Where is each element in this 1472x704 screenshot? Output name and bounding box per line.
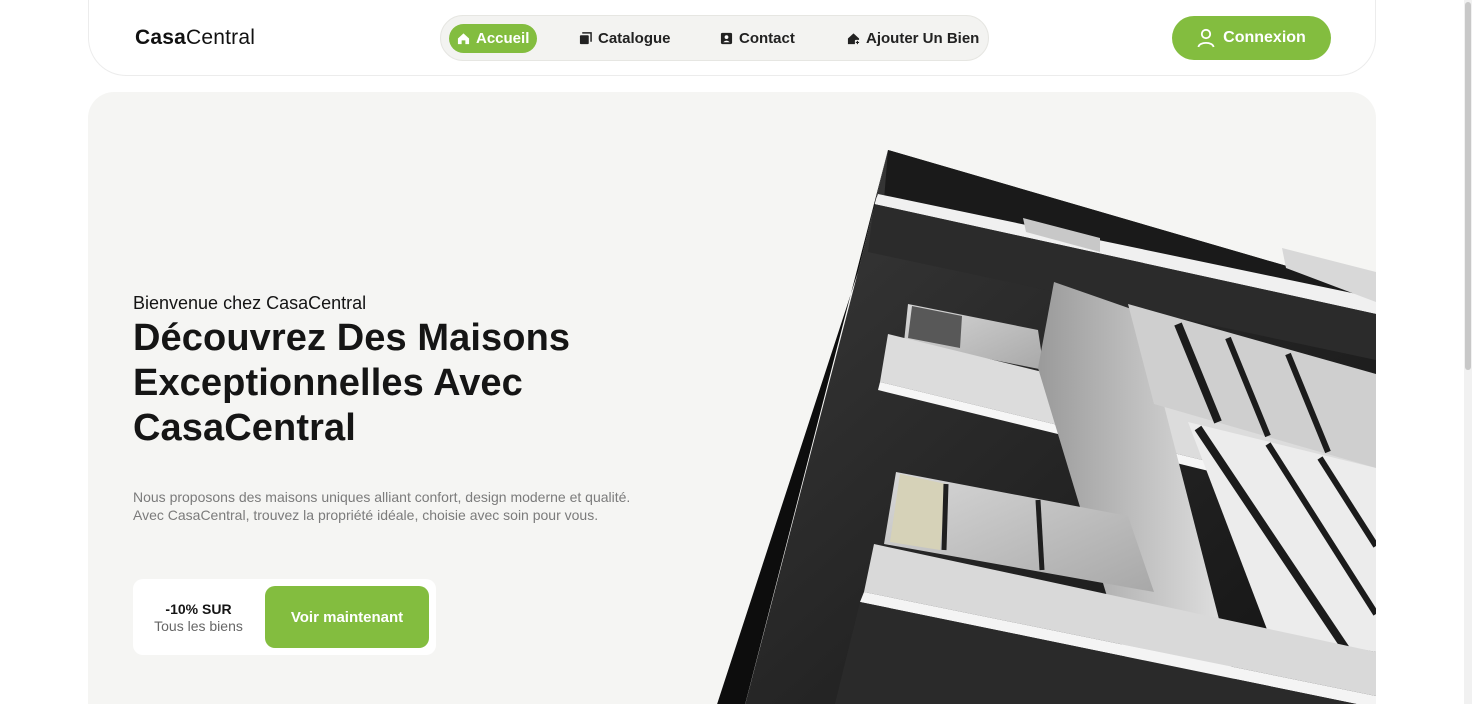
voir-maintenant-button[interactable]: Voir maintenant xyxy=(265,586,429,648)
hero-description: Nous proposons des maisons uniques allia… xyxy=(133,489,631,523)
main-nav: Accueil Catalogue Contact Ajouter Un Bie… xyxy=(440,15,989,61)
user-icon xyxy=(1197,28,1215,48)
login-button[interactable]: Connexion xyxy=(1172,16,1331,60)
nav-item-label: Ajouter Un Bien xyxy=(866,30,980,47)
brand-logo-bold: Casa xyxy=(135,26,187,49)
home-icon xyxy=(457,33,470,45)
navbar: CasaCentral Accueil Catalogue Contact Aj… xyxy=(88,0,1376,76)
nav-item-accueil[interactable]: Accueil xyxy=(449,24,538,53)
nav-item-ajouter-un-bien[interactable]: Ajouter Un Bien xyxy=(839,24,987,53)
brand-logo[interactable]: CasaCentral xyxy=(135,26,255,50)
contact-icon xyxy=(720,32,733,45)
promo-text: -10% SUR Tous les biens xyxy=(133,579,264,655)
add-property-icon xyxy=(847,33,860,45)
building-image xyxy=(717,150,1376,704)
promo-card: -10% SUR Tous les biens Voir maintenant xyxy=(133,579,436,655)
nav-item-label: Contact xyxy=(739,30,795,47)
nav-item-catalogue[interactable]: Catalogue xyxy=(571,24,679,53)
promo-subtitle: Tous les biens xyxy=(154,617,243,634)
page-scrollbar[interactable] xyxy=(1464,0,1472,704)
promo-title: -10% SUR xyxy=(165,600,232,617)
brand-logo-light: Central xyxy=(186,26,256,49)
hero-headline: Découvrez Des Maisons Exceptionnelles Av… xyxy=(133,317,571,449)
hero-eyebrow: Bienvenue chez CasaCentral xyxy=(133,293,367,313)
hero-section: Bienvenue chez CasaCentral Découvrez Des… xyxy=(88,92,1376,704)
catalogue-icon xyxy=(579,32,592,45)
scrollbar-thumb[interactable] xyxy=(1465,2,1471,370)
nav-item-label: Catalogue xyxy=(598,30,671,47)
nav-item-contact[interactable]: Contact xyxy=(712,24,803,53)
login-button-label: Connexion xyxy=(1223,29,1306,46)
nav-item-label: Accueil xyxy=(476,30,530,47)
